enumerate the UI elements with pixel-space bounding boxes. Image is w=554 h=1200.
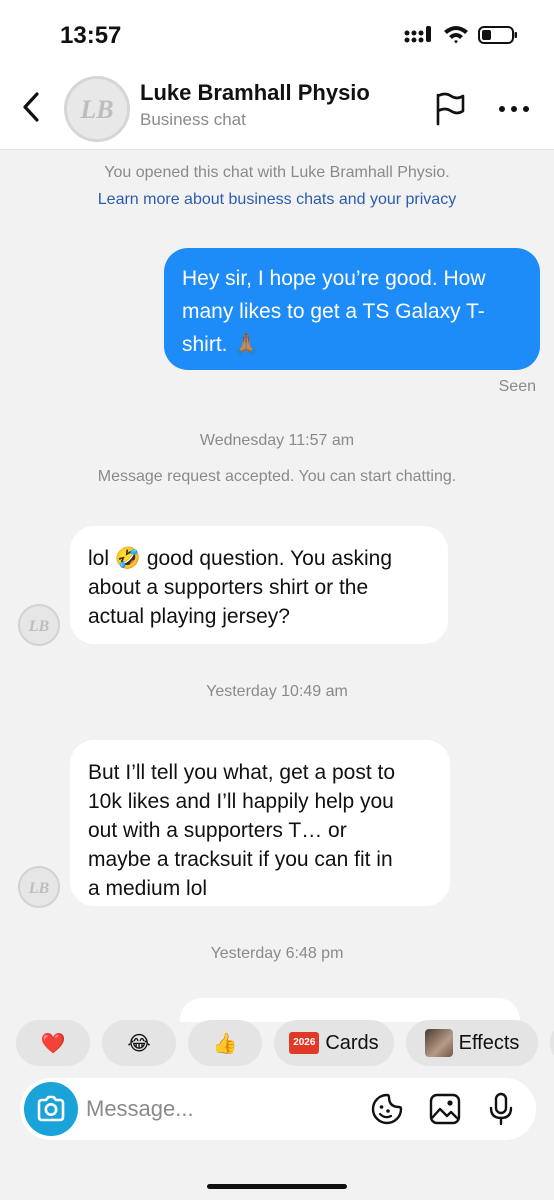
thumbs-up-icon: 👍 bbox=[212, 1032, 238, 1055]
timestamp: Wednesday 11:57 am bbox=[199, 432, 355, 449]
camera-button[interactable] bbox=[24, 1082, 78, 1136]
effects-button[interactable]: Effects bbox=[406, 1020, 538, 1066]
incoming-message-bubble[interactable]: lol 🤣 good question. You asking about a … bbox=[70, 526, 448, 644]
sender-avatar[interactable]: LB bbox=[18, 866, 60, 908]
message-line: actual playing jersey? bbox=[88, 605, 290, 628]
home-indicator bbox=[207, 1184, 347, 1189]
message-line: a medium lol bbox=[88, 877, 208, 900]
message-line: shirt. 🙏🏽 bbox=[182, 333, 260, 356]
quick-reactions-bar: ❤️ 😂 👍 2026 Cards Effects bbox=[0, 1020, 554, 1068]
thumbs-up-reaction-button[interactable]: 👍 bbox=[188, 1020, 262, 1066]
chat-header: LB Luke Bramhall Physio Business chat bbox=[0, 64, 554, 150]
flag-icon[interactable] bbox=[432, 92, 468, 126]
laugh-reaction-button[interactable]: 😂 bbox=[102, 1020, 176, 1066]
message-line: maybe a tracksuit if you can fit in bbox=[88, 848, 393, 871]
more-options-icon[interactable] bbox=[496, 102, 532, 116]
effects-label: Effects bbox=[458, 1031, 520, 1054]
microphone-icon[interactable] bbox=[484, 1092, 518, 1126]
chat-subtitle: Business chat bbox=[140, 110, 246, 129]
sticker-icon[interactable] bbox=[370, 1092, 404, 1126]
message-line: But I’ll tell you what, get a post to bbox=[88, 761, 396, 784]
message-input[interactable] bbox=[86, 1092, 356, 1126]
message-line: lol 🤣 good question. You asking bbox=[88, 547, 393, 570]
message-line: out with a supporters T… or bbox=[88, 819, 347, 842]
camera-icon bbox=[37, 1095, 65, 1122]
sender-avatar[interactable]: LB bbox=[18, 604, 60, 646]
battery-icon bbox=[478, 26, 517, 44]
partial-message-bubble[interactable] bbox=[180, 998, 520, 1022]
cards-icon: 2026 bbox=[289, 1032, 320, 1054]
more-chip[interactable] bbox=[550, 1020, 554, 1066]
message-line: about a supporters shirt or the bbox=[88, 576, 369, 599]
effects-thumbnail-icon bbox=[424, 1029, 453, 1057]
status-bar: 13:57 bbox=[0, 0, 554, 64]
lb-logo-text: LB bbox=[28, 618, 50, 635]
incoming-message-bubble[interactable]: But I’ll tell you what, get a post to 10… bbox=[70, 740, 450, 906]
privacy-learn-more-link[interactable]: Learn more about business chats and your… bbox=[0, 191, 554, 209]
outgoing-message-bubble[interactable]: Hey sir, I hope you’re good. How many li… bbox=[164, 248, 540, 370]
timestamp: Yesterday 10:49 am bbox=[206, 683, 348, 700]
seen-status: Seen bbox=[498, 378, 536, 395]
business-avatar[interactable]: LB bbox=[64, 76, 130, 142]
heart-reaction-button[interactable]: ❤️ bbox=[16, 1020, 90, 1066]
cellular-signal-icon bbox=[404, 26, 431, 43]
message-line: 10k likes and I’ll happily help you bbox=[88, 790, 394, 813]
gallery-icon[interactable] bbox=[428, 1092, 462, 1126]
request-accepted-notice: Message request accepted. You can start … bbox=[97, 468, 457, 485]
timestamp: Yesterday 6:48 pm bbox=[210, 945, 344, 962]
chat-title[interactable]: Luke Bramhall Physio bbox=[140, 80, 370, 106]
lb-logo-text: LB bbox=[79, 95, 113, 124]
status-time: 13:57 bbox=[60, 22, 122, 49]
chat-opened-notice: You opened this chat with Luke Bramhall … bbox=[104, 164, 450, 181]
message-line: many likes to get a TS Galaxy T- bbox=[182, 300, 485, 323]
lb-logo: LB bbox=[28, 880, 50, 897]
lb-logo: LB bbox=[79, 95, 113, 124]
laughing-face-icon: 😂 bbox=[127, 1032, 151, 1055]
back-chevron-icon[interactable] bbox=[18, 90, 46, 124]
message-composer bbox=[20, 1078, 536, 1140]
lb-logo-text: LB bbox=[28, 880, 50, 897]
wifi-icon bbox=[444, 26, 468, 44]
cards-label: Cards bbox=[325, 1031, 379, 1054]
cards-button[interactable]: 2026 Cards bbox=[274, 1020, 394, 1066]
heart-icon: ❤️ bbox=[40, 1032, 66, 1055]
lb-logo: LB bbox=[28, 618, 50, 635]
message-line: Hey sir, I hope you’re good. How bbox=[182, 267, 486, 290]
